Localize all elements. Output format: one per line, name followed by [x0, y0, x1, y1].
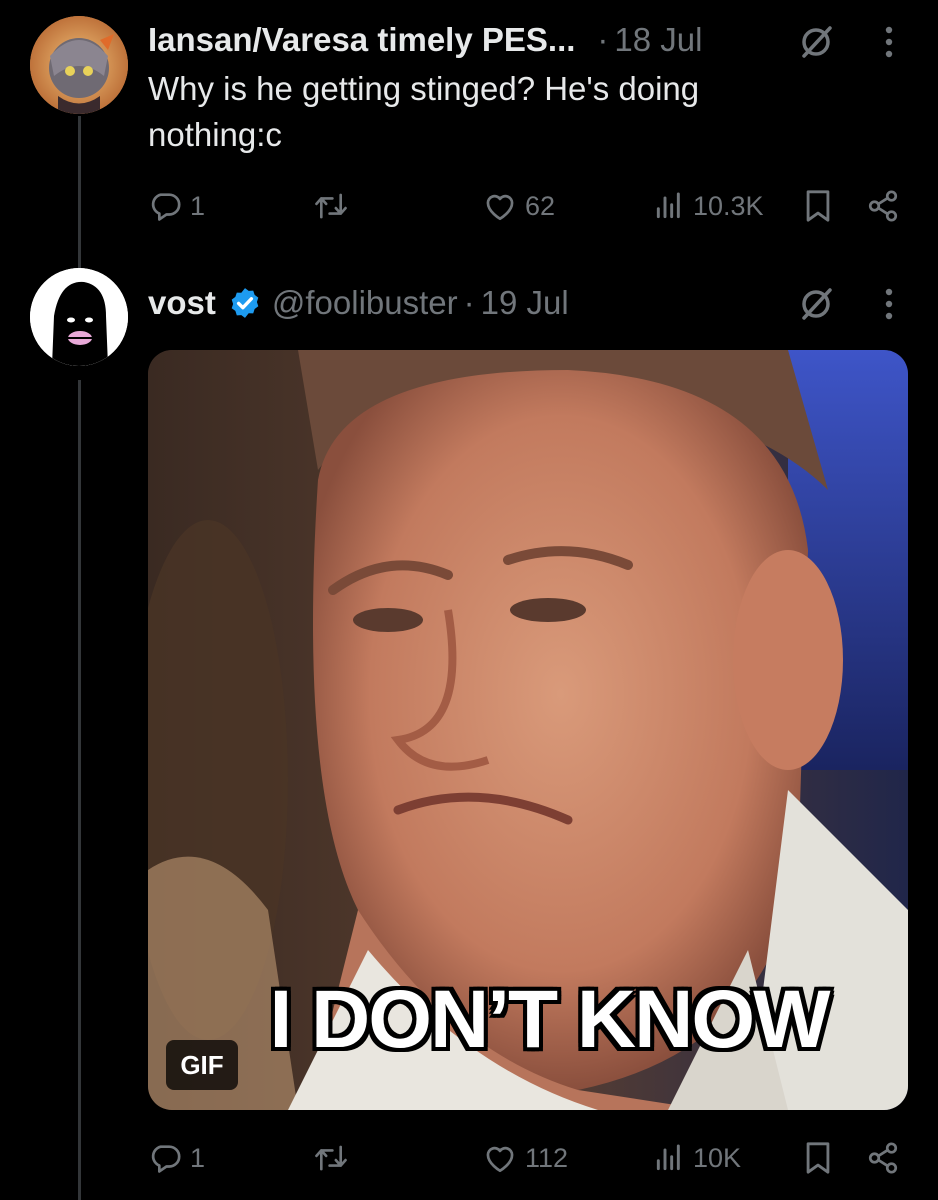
reply-icon: [148, 189, 182, 223]
share-icon: [866, 1141, 900, 1175]
like-button[interactable]: 62: [483, 186, 555, 226]
like-icon: [483, 1142, 517, 1174]
more-icon[interactable]: [874, 282, 904, 326]
thread-line-2: [78, 380, 81, 1200]
reply-icon: [148, 1141, 182, 1175]
share-button[interactable]: [866, 186, 900, 226]
separator: ·: [597, 21, 609, 58]
grok-icon[interactable]: [796, 22, 836, 62]
tweet-2-actions: 1 112 10K: [148, 1138, 908, 1178]
like-count: 62: [525, 190, 556, 221]
gif-media[interactable]: I DON’T KNOW GIF: [148, 350, 908, 1110]
reply-count: 1: [190, 1142, 206, 1173]
tweet-date[interactable]: 19 Jul: [481, 283, 569, 323]
reply-count: 1: [190, 190, 206, 221]
more-icon[interactable]: [874, 20, 904, 64]
tweet-1-header: Iansan/Varesa timely PES... · 18 Jul: [148, 20, 702, 60]
verified-badge-icon: [228, 286, 262, 320]
tweet-date[interactable]: 18 Jul: [614, 20, 702, 60]
views-icon: [653, 190, 685, 222]
retweet-button[interactable]: [313, 1138, 349, 1178]
separator: ·: [463, 284, 475, 321]
views-button[interactable]: 10K: [653, 1138, 741, 1178]
bookmark-icon: [803, 189, 833, 223]
avatar[interactable]: [30, 268, 128, 366]
avatar[interactable]: [30, 16, 128, 114]
view-count: 10.3K: [693, 190, 764, 221]
retweet-icon: [313, 1141, 349, 1175]
author-name[interactable]: Iansan/Varesa timely PES...: [148, 20, 575, 60]
author-handle[interactable]: @foolibuster: [272, 283, 458, 323]
views-button[interactable]: 10.3K: [653, 186, 764, 226]
view-count: 10K: [693, 1142, 742, 1173]
tweet-2-header: vost @foolibuster · 19 Jul: [148, 283, 569, 323]
bookmark-icon: [803, 1141, 833, 1175]
tweet-text: Why is he getting stinged? He's doing no…: [148, 70, 700, 153]
avatar-illustration: [30, 16, 128, 114]
views-icon: [653, 1142, 685, 1174]
share-button[interactable]: [866, 1138, 900, 1178]
like-icon: [483, 190, 517, 222]
grok-icon[interactable]: [796, 284, 836, 324]
bookmark-button[interactable]: [803, 186, 833, 226]
thread-line-1: [78, 116, 81, 276]
bookmark-button[interactable]: [803, 1138, 833, 1178]
share-icon: [866, 189, 900, 223]
tweet-1-actions: 1 62 10.3K: [148, 186, 908, 226]
retweet-button[interactable]: [313, 186, 349, 226]
author-name[interactable]: vost: [148, 283, 216, 323]
like-button[interactable]: 112: [483, 1138, 568, 1178]
reply-button[interactable]: 1: [148, 186, 205, 226]
gif-badge[interactable]: GIF: [166, 1040, 238, 1090]
reply-button[interactable]: 1: [148, 1138, 205, 1178]
retweet-icon: [313, 189, 349, 223]
gif-caption: I DON’T KNOW: [269, 974, 830, 1065]
avatar-illustration: [30, 268, 128, 366]
like-count: 112: [525, 1142, 569, 1173]
